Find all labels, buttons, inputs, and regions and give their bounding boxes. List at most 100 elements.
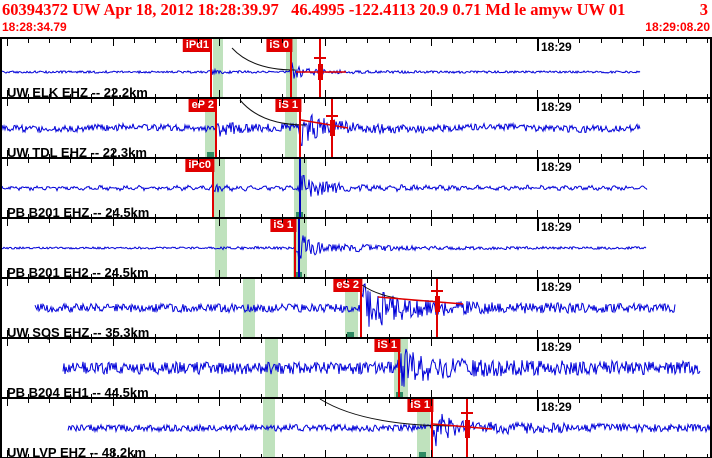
minute-tick bbox=[537, 99, 539, 111]
second-tick bbox=[516, 339, 517, 343]
second-tick bbox=[325, 219, 326, 226]
second-tick bbox=[134, 39, 135, 43]
second-tick bbox=[643, 99, 644, 106]
minute-tick bbox=[537, 279, 539, 291]
second-tick bbox=[346, 99, 347, 103]
trace-panel-uw-elk[interactable]: iPd1iS 018:29UW ELK EHZ -- 22.2km bbox=[0, 37, 712, 97]
second-tick bbox=[367, 39, 368, 43]
second-tick bbox=[91, 39, 92, 43]
amplitude-marker-box[interactable] bbox=[465, 420, 470, 438]
minute-time-label: 18:29 bbox=[541, 220, 572, 234]
second-tick bbox=[198, 39, 199, 43]
second-tick bbox=[622, 279, 623, 283]
station-channel-label: UW TDL EHZ -- 22.3km bbox=[7, 145, 147, 160]
station-channel-label: UW ELK EHZ -- 22.2km bbox=[7, 85, 148, 100]
second-tick bbox=[516, 39, 517, 43]
seismogram-review-window: 60394372 UW Apr 18, 2012 18:28:39.97 46.… bbox=[0, 0, 712, 458]
second-tick bbox=[198, 339, 199, 343]
second-tick bbox=[282, 339, 283, 343]
second-tick bbox=[346, 39, 347, 43]
second-tick bbox=[622, 39, 623, 43]
second-tick bbox=[304, 159, 305, 163]
second-tick bbox=[452, 399, 453, 403]
second-tick bbox=[431, 90, 432, 97]
second-tick bbox=[176, 219, 177, 223]
second-tick bbox=[155, 279, 156, 283]
amplitude-marker-box[interactable] bbox=[330, 120, 335, 136]
second-tick bbox=[431, 390, 432, 397]
second-tick bbox=[176, 159, 177, 163]
second-tick bbox=[219, 390, 220, 397]
second-tick bbox=[431, 330, 432, 337]
second-tick bbox=[7, 99, 8, 106]
second-tick bbox=[219, 450, 220, 457]
second-tick bbox=[643, 330, 644, 337]
second-tick bbox=[346, 279, 347, 283]
second-tick bbox=[325, 399, 326, 406]
second-tick bbox=[219, 90, 220, 97]
second-tick bbox=[622, 219, 623, 223]
second-tick bbox=[643, 159, 644, 166]
second-tick bbox=[707, 399, 708, 403]
second-tick bbox=[686, 399, 687, 403]
amplitude-marker-cross bbox=[326, 115, 338, 117]
second-tick bbox=[346, 219, 347, 223]
second-tick bbox=[707, 159, 708, 163]
second-tick bbox=[664, 159, 665, 163]
second-tick bbox=[431, 210, 432, 217]
amplitude-marker-box[interactable] bbox=[435, 296, 440, 312]
second-tick bbox=[367, 339, 368, 343]
second-tick bbox=[304, 99, 305, 103]
second-tick bbox=[113, 279, 114, 286]
second-tick bbox=[537, 150, 538, 157]
phase-pick-label[interactable]: iS 1 bbox=[407, 399, 433, 412]
minute-tick bbox=[537, 39, 539, 51]
second-tick bbox=[452, 279, 453, 283]
second-tick bbox=[219, 39, 220, 46]
second-tick bbox=[389, 399, 390, 403]
phase-pick-label[interactable]: eS 2 bbox=[333, 279, 362, 292]
amplitude-marker-box[interactable] bbox=[318, 64, 323, 80]
second-tick bbox=[198, 279, 199, 283]
trace-panel-uw-sqs[interactable]: eS 218:29UW SQS EHZ -- 35.3km bbox=[0, 277, 712, 337]
amplitude-marker-cross bbox=[461, 412, 473, 414]
second-tick bbox=[452, 99, 453, 103]
second-tick bbox=[155, 39, 156, 43]
associated-pick-line[interactable] bbox=[299, 158, 301, 217]
second-tick bbox=[431, 270, 432, 277]
trace-panel-uw-tdl[interactable]: eP 2iS 118:29UW TDL EHZ -- 22.3km bbox=[0, 97, 712, 157]
second-tick bbox=[431, 99, 432, 106]
phase-pick-label[interactable]: iS 1 bbox=[374, 339, 400, 352]
trace-panel-uw-lvp[interactable]: iS 118:29UW LVP EHZ -- 48.2km bbox=[0, 397, 712, 457]
second-tick bbox=[643, 450, 644, 457]
second-tick bbox=[664, 99, 665, 103]
second-tick bbox=[516, 99, 517, 103]
trace-panel-pb-b201[interactable]: iS 118:29PB B201 EH2 -- 24.5km bbox=[0, 217, 712, 277]
second-tick bbox=[431, 159, 432, 166]
second-tick bbox=[579, 399, 580, 403]
second-tick bbox=[325, 330, 326, 337]
second-tick bbox=[431, 219, 432, 226]
second-tick bbox=[346, 339, 347, 343]
second-tick bbox=[261, 399, 262, 403]
second-tick bbox=[240, 219, 241, 223]
second-tick bbox=[219, 339, 220, 346]
second-tick bbox=[579, 159, 580, 163]
minute-tick bbox=[537, 219, 539, 231]
second-tick bbox=[601, 279, 602, 283]
phase-pick-label[interactable]: iPc0 bbox=[185, 159, 214, 172]
second-tick bbox=[707, 339, 708, 343]
phase-pick-label[interactable]: iS 0 bbox=[266, 39, 292, 52]
trace-panel-pb-b201[interactable]: iPc018:29PB B201 EHZ -- 24.5km bbox=[0, 157, 712, 217]
second-tick bbox=[219, 159, 220, 166]
phase-pick-label[interactable]: iS 1 bbox=[275, 99, 301, 112]
second-tick bbox=[452, 39, 453, 43]
second-tick bbox=[261, 339, 262, 343]
associated-pick-line[interactable] bbox=[298, 218, 300, 277]
trace-panel-pb-b204[interactable]: iS 118:29PB B204 EH1 -- 44.5km bbox=[0, 337, 712, 397]
second-tick bbox=[49, 39, 50, 43]
second-tick bbox=[643, 339, 644, 346]
second-tick bbox=[664, 39, 665, 43]
second-tick bbox=[367, 99, 368, 103]
phase-pick-label[interactable]: eP 2 bbox=[189, 99, 217, 112]
